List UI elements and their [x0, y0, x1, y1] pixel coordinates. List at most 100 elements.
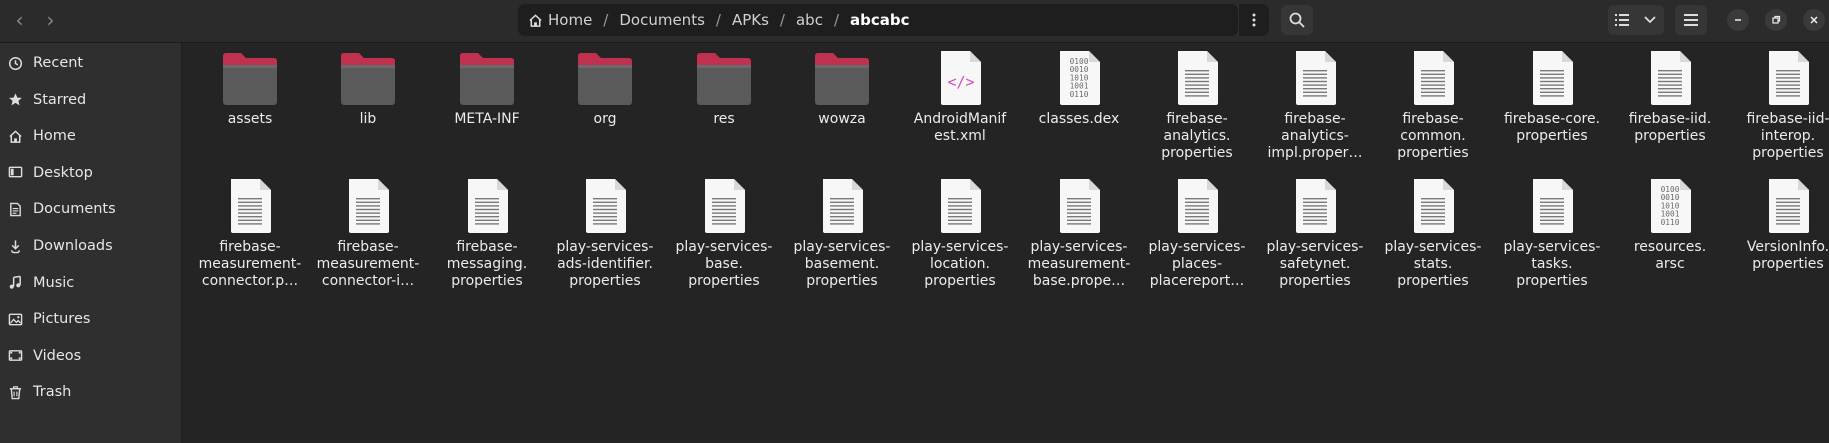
file-name: res — [713, 111, 735, 127]
folder-item[interactable]: lib — [309, 50, 427, 128]
text-file-icon — [346, 178, 390, 234]
file-item[interactable]: firebase-core. properties — [1493, 50, 1611, 145]
star-icon — [7, 92, 23, 108]
search-icon — [1289, 12, 1305, 28]
folder-item[interactable]: assets — [191, 50, 309, 128]
sidebar-item-home[interactable]: Home — [0, 118, 181, 154]
text-file-icon — [702, 178, 746, 234]
file-item[interactable]: VersionInfo. properties — [1729, 178, 1829, 273]
minimize-button[interactable] — [1727, 9, 1749, 31]
file-item[interactable]: play-services- base. properties — [665, 178, 783, 290]
folder-icon — [813, 52, 871, 106]
folder-item[interactable]: org — [546, 50, 664, 128]
text-file-icon — [583, 178, 627, 234]
file-item[interactable]: play-services- places- placereport… — [1138, 178, 1256, 290]
file-item[interactable]: play-services- ads-identifier. propertie… — [546, 178, 664, 290]
file-item[interactable]: play-services- location. properties — [901, 178, 1019, 290]
folder-icon — [576, 52, 634, 106]
file-item[interactable]: play-services- measurement- base.prope… — [1020, 178, 1138, 290]
breadcrumb-label: Home — [548, 11, 593, 29]
file-item[interactable]: firebase- measurement- connector.p… — [191, 178, 309, 290]
breadcrumb-abcabc[interactable]: abcabc — [850, 11, 910, 29]
breadcrumb-label: APKs — [731, 11, 769, 29]
path-menu-button[interactable] — [1238, 4, 1269, 36]
text-file-icon — [1175, 50, 1219, 106]
file-item[interactable]: play-services- tasks. properties — [1493, 178, 1611, 290]
file-name: classes.dex — [1038, 111, 1120, 127]
close-button[interactable] — [1803, 9, 1825, 31]
file-item[interactable]: 0100 0010 1010 1001 0110 resources. arsc — [1611, 178, 1729, 273]
file-item[interactable]: firebase-iid- interop. properties — [1729, 50, 1829, 162]
file-item[interactable]: play-services- basement. properties — [783, 178, 901, 290]
maximize-button[interactable] — [1765, 9, 1787, 31]
file-item[interactable]: play-services- safetynet. properties — [1256, 178, 1374, 290]
breadcrumb-label: Documents — [619, 11, 705, 29]
file-name: resources. arsc — [1633, 239, 1707, 272]
document-icon — [7, 201, 23, 217]
text-file-icon — [1293, 50, 1337, 106]
sidebar-item-music[interactable]: Music — [0, 265, 181, 301]
sidebar-item-videos[interactable]: Videos — [0, 338, 181, 374]
sidebar-item-label: Desktop — [33, 164, 93, 181]
file-name: play-services- places- placereport… — [1148, 239, 1246, 289]
file-name: wowza — [818, 111, 866, 127]
svg-text:0110: 0110 — [1070, 90, 1089, 99]
sidebar-item-desktop[interactable]: Desktop — [0, 155, 181, 191]
download-icon — [7, 238, 23, 254]
forward-button[interactable]: › — [35, 5, 66, 35]
sidebar-item-label: Downloads — [33, 238, 113, 254]
sidebar-item-starred[interactable]: Starred — [0, 82, 181, 118]
view-options-button[interactable] — [1636, 5, 1664, 35]
file-item[interactable]: </> AndroidManif est.xml — [901, 50, 1019, 145]
file-name: firebase- common. properties — [1397, 111, 1469, 161]
main-menu-button[interactable] — [1675, 5, 1707, 35]
sidebar-item-label: Pictures — [33, 311, 91, 328]
sidebar-item-label: Music — [33, 274, 75, 291]
search-button[interactable] — [1281, 5, 1313, 35]
breadcrumb-abc[interactable]: abc — [796, 11, 823, 29]
hamburger-icon — [1684, 14, 1698, 26]
file-item[interactable]: firebase- analytics- impl.proper… — [1256, 50, 1374, 162]
sidebar-item-trash[interactable]: Trash — [0, 374, 181, 410]
file-item[interactable]: play-services- stats. properties — [1374, 178, 1492, 290]
file-item[interactable]: 0100 0010 1010 1001 0110 classes.dex — [1020, 50, 1138, 128]
breadcrumb-documents[interactable]: Documents — [619, 11, 705, 29]
text-file-icon — [938, 178, 982, 234]
sidebar-item-recent[interactable]: Recent — [0, 45, 181, 81]
close-icon — [1810, 16, 1818, 24]
breadcrumb-home[interactable]: Home — [528, 11, 592, 29]
breadcrumb-apks[interactable]: APKs — [732, 11, 769, 29]
file-name: play-services- safetynet. properties — [1266, 239, 1364, 289]
folder-item[interactable]: META-INF — [428, 50, 546, 128]
file-grid: assets lib META-INF org res wowza </> AndroidMa… — [181, 43, 1829, 443]
folder-item[interactable]: wowza — [783, 50, 901, 128]
file-item[interactable]: firebase- measurement- connector-i… — [309, 178, 427, 290]
file-name: play-services- ads-identifier. propertie… — [556, 239, 654, 289]
minimize-icon — [1735, 19, 1741, 21]
text-file-icon — [1411, 178, 1455, 234]
file-name: firebase- measurement- connector-i… — [316, 239, 420, 289]
file-item[interactable]: firebase- messaging. properties — [428, 178, 546, 290]
list-view-button[interactable] — [1608, 5, 1636, 35]
header-bar: ‹ › Home / Documents / APKs / abc / abcabc — [0, 0, 1829, 43]
file-name: play-services- base. properties — [675, 239, 773, 289]
sidebar-item-pictures[interactable]: Pictures — [0, 301, 181, 337]
folder-item[interactable]: res — [665, 50, 783, 128]
sidebar-item-downloads[interactable]: Downloads — [0, 228, 181, 264]
text-file-icon — [1530, 50, 1574, 106]
file-name: play-services- location. properties — [911, 239, 1009, 289]
file-item[interactable]: firebase- analytics. properties — [1138, 50, 1256, 162]
file-name: firebase-core. properties — [1503, 111, 1601, 144]
breadcrumb-separator: / — [603, 11, 609, 29]
home-icon — [7, 128, 23, 144]
back-button[interactable]: ‹ — [4, 5, 35, 35]
file-item[interactable]: firebase-iid. properties — [1611, 50, 1729, 145]
file-item[interactable]: firebase- common. properties — [1374, 50, 1492, 162]
file-name: play-services- basement. properties — [793, 239, 891, 289]
sidebar-item-documents[interactable]: Documents — [0, 191, 181, 227]
folder-icon — [695, 52, 753, 106]
text-file-icon — [1411, 50, 1455, 106]
file-name: org — [593, 111, 617, 127]
folder-icon — [339, 52, 397, 106]
sidebar-item-label: Videos — [33, 347, 82, 364]
